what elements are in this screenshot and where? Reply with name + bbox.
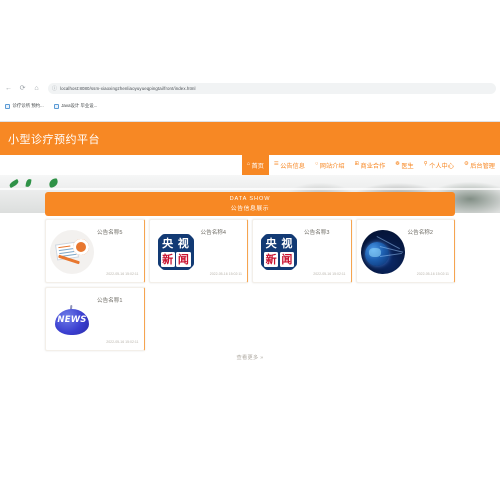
browser-chrome: ← ⟳ ⌂ ⓘ localhost:8080/ssm-xiaoxingzhenl…	[0, 80, 500, 122]
card-body: 公告名称4 2022-05-16 15:02:11	[198, 225, 244, 278]
card-date: 2022-05-16 15:02:11	[209, 272, 242, 276]
nav-item-admin-backend[interactable]: ⚙ 后台管理	[459, 155, 500, 175]
announcement-card[interactable]: 央 视 新 闻 公告名称3 2022-05-16 15:02:11	[252, 219, 352, 283]
medical-icon: ❁	[395, 161, 400, 168]
list-icon: ☰	[273, 161, 279, 168]
cctv-char: 闻	[279, 252, 294, 267]
card-body: 公告名称5 2022-05-16 15:02:11	[94, 225, 140, 278]
nav-label: 个人中心	[429, 162, 454, 170]
main-navigation: ⌂ 首页 ☰ 公告信息 ○ 网站介绍 ⊞ 商业合作 ❁ 医生 ⚲ 个人中心 ⚙ …	[0, 155, 500, 175]
cctv-char: 央	[265, 237, 277, 251]
nav-item-business-cooperation[interactable]: ⊞ 商业合作	[350, 155, 391, 175]
card-thumbnail	[50, 229, 94, 274]
back-icon[interactable]: ←	[4, 84, 13, 93]
cctv-logo-row-bottom: 新 闻	[264, 252, 294, 267]
banner-title-cn: 公告信息展示	[230, 206, 270, 212]
globe-icon	[364, 241, 389, 266]
nav-label: 医生	[401, 162, 414, 170]
grid-icon: ⊞	[354, 161, 360, 168]
bookmarks-bar: 诊疗诊所 预约... Java设计 毕业设...	[0, 99, 500, 113]
announcement-card[interactable]: NEWS 公告名称1 2022-05-16 15:02:11	[45, 287, 145, 351]
view-more-link[interactable]: 查看更多 »	[237, 354, 264, 361]
leaf-icon	[48, 178, 59, 188]
address-bar-url: localhost:8080/ssm-xiaoxingzhenliaoyuyue…	[60, 85, 196, 91]
announcement-card[interactable]: 公告名称5 2022-05-16 15:02:11	[45, 219, 145, 283]
card-thumbnail: 央 视 新 闻	[257, 229, 301, 274]
card-thumbnail	[360, 229, 405, 274]
nav-label: 网站介绍	[319, 162, 345, 170]
site-info-icon[interactable]: ⓘ	[52, 85, 57, 92]
cctv-logo-row-top: 央 视	[264, 237, 294, 251]
hero-highlight-line	[0, 188, 500, 190]
cctv-logo-box: 央 视 新 闻	[261, 233, 297, 270]
banner-title-en: DATA SHOW	[229, 196, 271, 202]
page-title: 小型诊疗预约平台	[8, 133, 100, 146]
nav-item-home[interactable]: ⌂ 首页	[241, 155, 269, 175]
cctv-logo-box: 央 视 新 闻	[157, 233, 194, 270]
data-show-banner: DATA SHOW 公告信息展示	[45, 192, 455, 216]
cctv-char: 新	[264, 252, 279, 267]
news-logo-text: NEWS	[57, 314, 87, 325]
leaf-icon	[8, 178, 20, 189]
bookmark-label: Java设计 毕业设...	[61, 103, 98, 108]
cctv-char: 视	[281, 237, 293, 251]
bookmark-label: 诊疗诊所 预约...	[12, 103, 44, 108]
card-title: 公告名称5	[97, 230, 123, 236]
bookmark-item[interactable]: 诊疗诊所 预约...	[5, 103, 44, 109]
announcement-card-grid: 公告名称5 2022-05-16 15:02:11 央 视 新 闻 公告名称4 …	[45, 219, 455, 351]
nav-label: 商业合作	[360, 162, 386, 170]
announcement-card[interactable]: 央 视 新 闻 公告名称4 2022-05-16 15:02:11	[148, 219, 248, 283]
ring-icon	[73, 238, 89, 255]
cctv-logo-row-bottom: 新 闻	[160, 252, 191, 267]
cctv-char: 新	[160, 252, 175, 267]
nav-label: 后台管理	[470, 162, 495, 170]
nav-item-doctors[interactable]: ❁ 医生	[390, 155, 418, 175]
bookmark-favicon-icon	[5, 103, 10, 109]
card-thumbnail: 央 视 新 闻	[153, 229, 198, 274]
card-body: 公告名称1 2022-05-16 15:02:11	[94, 293, 140, 346]
apple-shape: NEWS	[55, 304, 89, 335]
home-icon: ⌂	[246, 161, 251, 168]
nav-item-announcements[interactable]: ☰ 公告信息	[269, 155, 310, 175]
cctv-logo-row-top: 央 视	[161, 237, 191, 251]
view-more-container: 查看更多 »	[0, 354, 500, 361]
card-body: 公告名称3 2022-05-16 15:02:11	[301, 225, 347, 278]
nav-item-site-intro[interactable]: ○ 网站介绍	[310, 155, 350, 175]
home-icon[interactable]: ⌂	[32, 84, 41, 93]
nav-item-personal-center[interactable]: ⚲ 个人中心	[419, 155, 459, 175]
cctv-news-logo: 央 视 新 闻	[257, 229, 301, 274]
card-date: 2022-05-16 15:02:11	[106, 272, 139, 276]
announcement-card[interactable]: 公告名称2 2022-05-16 15:02:11	[355, 219, 455, 283]
news-apple-logo: NEWS	[50, 297, 94, 342]
gear-icon: ⚙	[463, 161, 469, 168]
card-title: 公告名称3	[304, 230, 330, 236]
card-date: 2022-05-16 15:02:11	[313, 272, 346, 276]
leaf-icon	[25, 178, 32, 188]
card-title: 公告名称4	[200, 230, 227, 236]
cctv-char: 闻	[176, 252, 191, 267]
document-pen-image	[50, 229, 94, 274]
browser-toolbar: ← ⟳ ⌂ ⓘ localhost:8080/ssm-xiaoxingzhenl…	[0, 80, 500, 96]
circle-icon: ○	[315, 161, 319, 168]
site-header: 小型诊疗预约平台	[0, 122, 500, 155]
card-title: 公告名称1	[97, 298, 123, 304]
reload-icon[interactable]: ⟳	[18, 84, 27, 93]
bookmark-item[interactable]: Java设计 毕业设...	[53, 103, 98, 109]
card-title: 公告名称2	[407, 230, 434, 236]
nav-label: 公告信息	[280, 162, 305, 170]
cctv-char: 央	[162, 237, 174, 251]
globe-network-image	[360, 229, 405, 274]
card-date: 2022-05-16 15:02:11	[106, 340, 139, 344]
card-body: 公告名称2 2022-05-16 15:02:11	[405, 225, 451, 278]
card-date: 2022-05-16 15:02:11	[416, 272, 449, 276]
user-icon: ⚲	[423, 161, 428, 168]
address-bar[interactable]: ⓘ localhost:8080/ssm-xiaoxingzhenliaoyuy…	[48, 82, 496, 94]
bookmark-favicon-icon	[53, 103, 59, 109]
cctv-char: 视	[177, 237, 189, 251]
card-thumbnail: NEWS	[50, 297, 94, 342]
cctv-news-logo: 央 视 新 闻	[153, 229, 198, 274]
nav-label: 首页	[251, 162, 264, 170]
